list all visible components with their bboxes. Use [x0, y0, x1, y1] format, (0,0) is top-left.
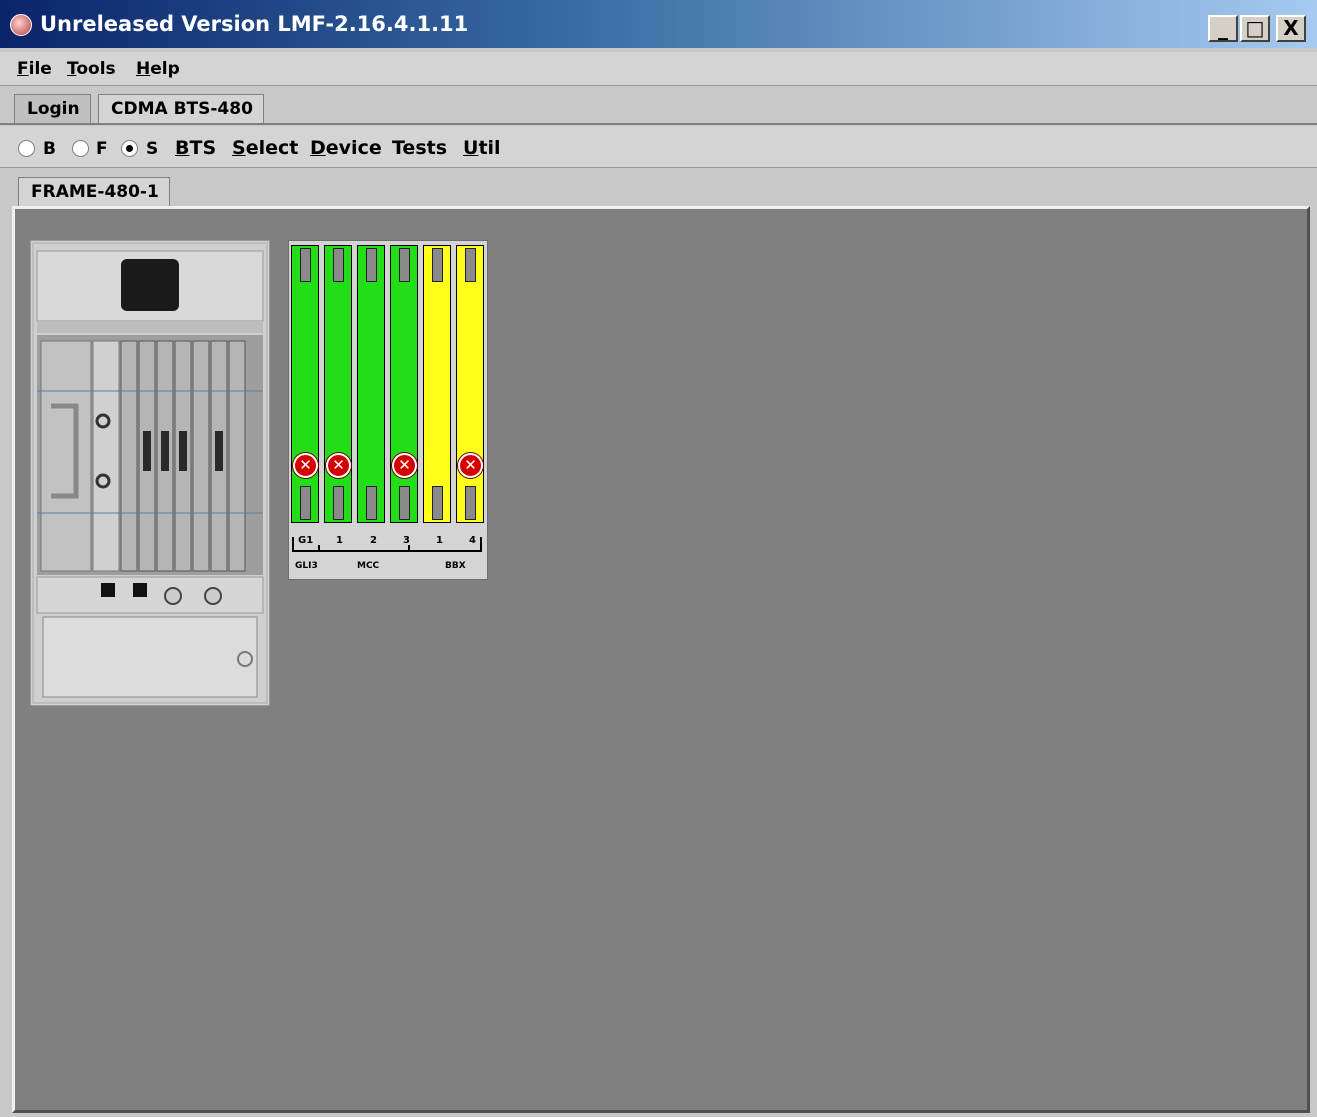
card-handle	[465, 486, 476, 520]
card-gli3-g1[interactable]: ✕	[291, 245, 319, 523]
fault-icon: ✕	[293, 453, 318, 478]
card-bbx-1[interactable]	[423, 245, 451, 523]
card-handle	[465, 248, 476, 282]
card-mcc-2[interactable]	[357, 245, 385, 523]
menu-tools[interactable]: Tools	[67, 59, 116, 79]
group-label-gli3: GLI3	[295, 561, 318, 571]
menu-file[interactable]: File	[17, 59, 52, 79]
card-handle	[432, 248, 443, 282]
radio-b[interactable]	[18, 140, 35, 157]
card-mcc-3[interactable]: ✕	[390, 245, 418, 523]
card-handle	[366, 486, 377, 520]
menu-help[interactable]: Help	[136, 59, 180, 79]
tab-divider	[0, 123, 1317, 125]
bts-cabinet-image	[30, 240, 270, 706]
menu-select[interactable]: Select	[232, 137, 298, 159]
card-handle	[333, 486, 344, 520]
menu-tests[interactable]: Tests	[392, 137, 447, 159]
close-button[interactable]: X	[1276, 15, 1306, 42]
card-handle	[300, 248, 311, 282]
radio-f-label: F	[96, 139, 108, 159]
tab-login[interactable]: Login	[14, 94, 91, 124]
card-shelf: ✕ ✕ ✕ ✕ G1 1 2 3 1 4 GLI3 MCC BBX	[288, 240, 488, 580]
card-handle	[432, 486, 443, 520]
card-handle	[399, 248, 410, 282]
card-handle	[333, 248, 344, 282]
radio-s[interactable]	[121, 140, 138, 157]
fault-icon: ✕	[458, 453, 483, 478]
menu-bts[interactable]: BTS	[175, 137, 216, 159]
toolbar: B F S BTS Select Device Tests Util	[0, 126, 1317, 168]
fault-icon: ✕	[326, 453, 351, 478]
card-handle	[399, 486, 410, 520]
menu-bar: File Tools Help	[0, 52, 1317, 86]
fault-icon: ✕	[392, 453, 417, 478]
tab-cdma-bts-480[interactable]: CDMA BTS-480	[98, 94, 264, 124]
card-handle	[300, 486, 311, 520]
menu-util[interactable]: Util	[463, 137, 501, 159]
group-label-mcc: MCC	[357, 561, 380, 571]
minimize-button[interactable]: _	[1208, 15, 1238, 42]
card-mcc-1[interactable]: ✕	[324, 245, 352, 523]
menu-device[interactable]: Device	[310, 137, 382, 159]
app-icon	[10, 14, 32, 36]
bracket-lines	[292, 537, 482, 552]
card-handle	[366, 248, 377, 282]
radio-f[interactable]	[72, 140, 89, 157]
maximize-button[interactable]: □	[1240, 15, 1270, 42]
radio-b-label: B	[43, 139, 56, 159]
window-title: Unreleased Version LMF-2.16.4.1.11	[40, 12, 469, 36]
tab-frame-480-1[interactable]: FRAME-480-1	[18, 177, 170, 207]
card-bbx-4[interactable]: ✕	[456, 245, 484, 523]
title-bar: Unreleased Version LMF-2.16.4.1.11 _ □ X	[0, 0, 1317, 48]
radio-s-label: S	[146, 139, 159, 159]
group-label-bbx: BBX	[445, 561, 466, 571]
